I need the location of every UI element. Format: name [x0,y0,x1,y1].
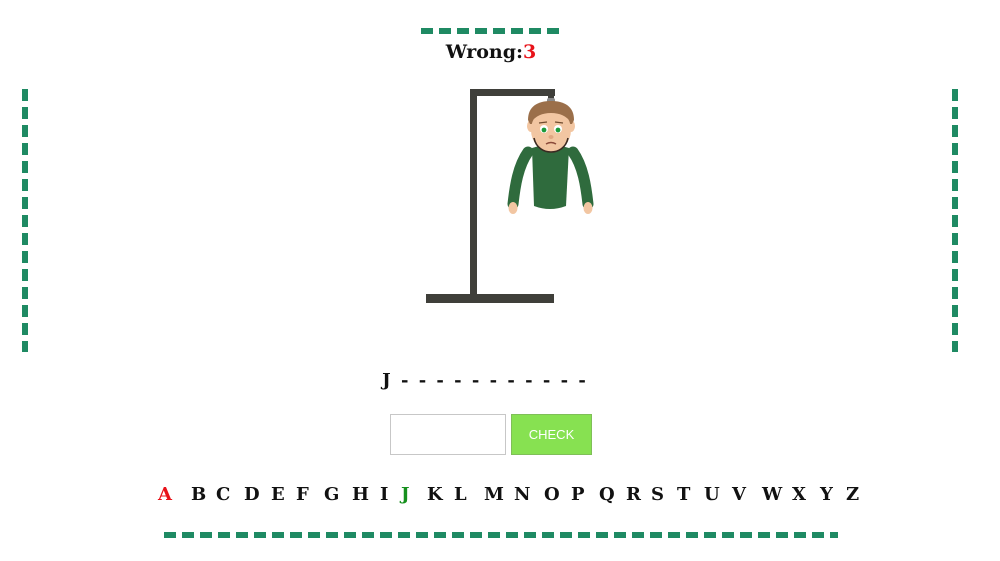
right-arm [567,146,594,210]
letter-v[interactable]: V [732,484,746,505]
letter-u[interactable]: U [704,484,720,505]
letter-b[interactable]: B [191,484,206,505]
gallows-post [470,89,477,297]
letter-l[interactable]: L [454,484,467,505]
letter-r[interactable]: R [626,484,641,505]
letter-k[interactable]: K [427,484,443,505]
letter-j[interactable]: J [401,484,410,505]
letter-h[interactable]: H [352,484,369,505]
right-hand [583,202,593,214]
head [527,101,575,153]
right-dashed-border [952,89,958,352]
letter-x[interactable]: X [792,484,806,505]
letter-f[interactable]: F [296,484,309,505]
gallows-base [426,294,554,303]
left-hand [508,202,518,214]
letter-e[interactable]: E [271,484,285,505]
letter-t[interactable]: T [677,484,690,505]
gallows-illustration [426,89,594,303]
letter-w[interactable]: W [762,484,782,505]
bottom-dashed-border [164,532,838,538]
guess-input[interactable] [390,414,506,455]
wrong-count: 3 [523,41,537,63]
body [532,145,569,209]
letter-g[interactable]: G [324,484,339,505]
hangman-game: Wrong:3 J - - - - - - - - - - - CHECK A … [0,0,1000,561]
wrong-label: Wrong: [445,41,524,63]
wrong-counter: Wrong:3 [0,41,982,63]
letter-n[interactable]: N [514,484,530,505]
gallows-beam [470,89,555,96]
letter-i[interactable]: I [380,484,388,505]
letter-c[interactable]: C [216,484,230,505]
letter-y[interactable]: Y [820,484,833,505]
letter-o[interactable]: O [544,484,560,505]
letter-a[interactable]: A [158,484,172,505]
alphabet-letters: ABCDEFGHIJKLMNOPQRSTUVWXYZ [158,484,859,508]
letter-d[interactable]: D [244,484,260,505]
letter-z[interactable]: Z [846,484,859,505]
letter-p[interactable]: P [571,484,585,505]
left-arm [507,146,534,210]
letter-m[interactable]: M [484,484,504,505]
top-dashed-border [421,28,561,34]
word-display: J - - - - - - - - - - - [382,370,588,391]
check-button[interactable]: CHECK [511,414,592,455]
letter-s[interactable]: S [651,484,664,505]
left-dashed-border [22,89,28,352]
letter-q[interactable]: Q [599,484,615,505]
